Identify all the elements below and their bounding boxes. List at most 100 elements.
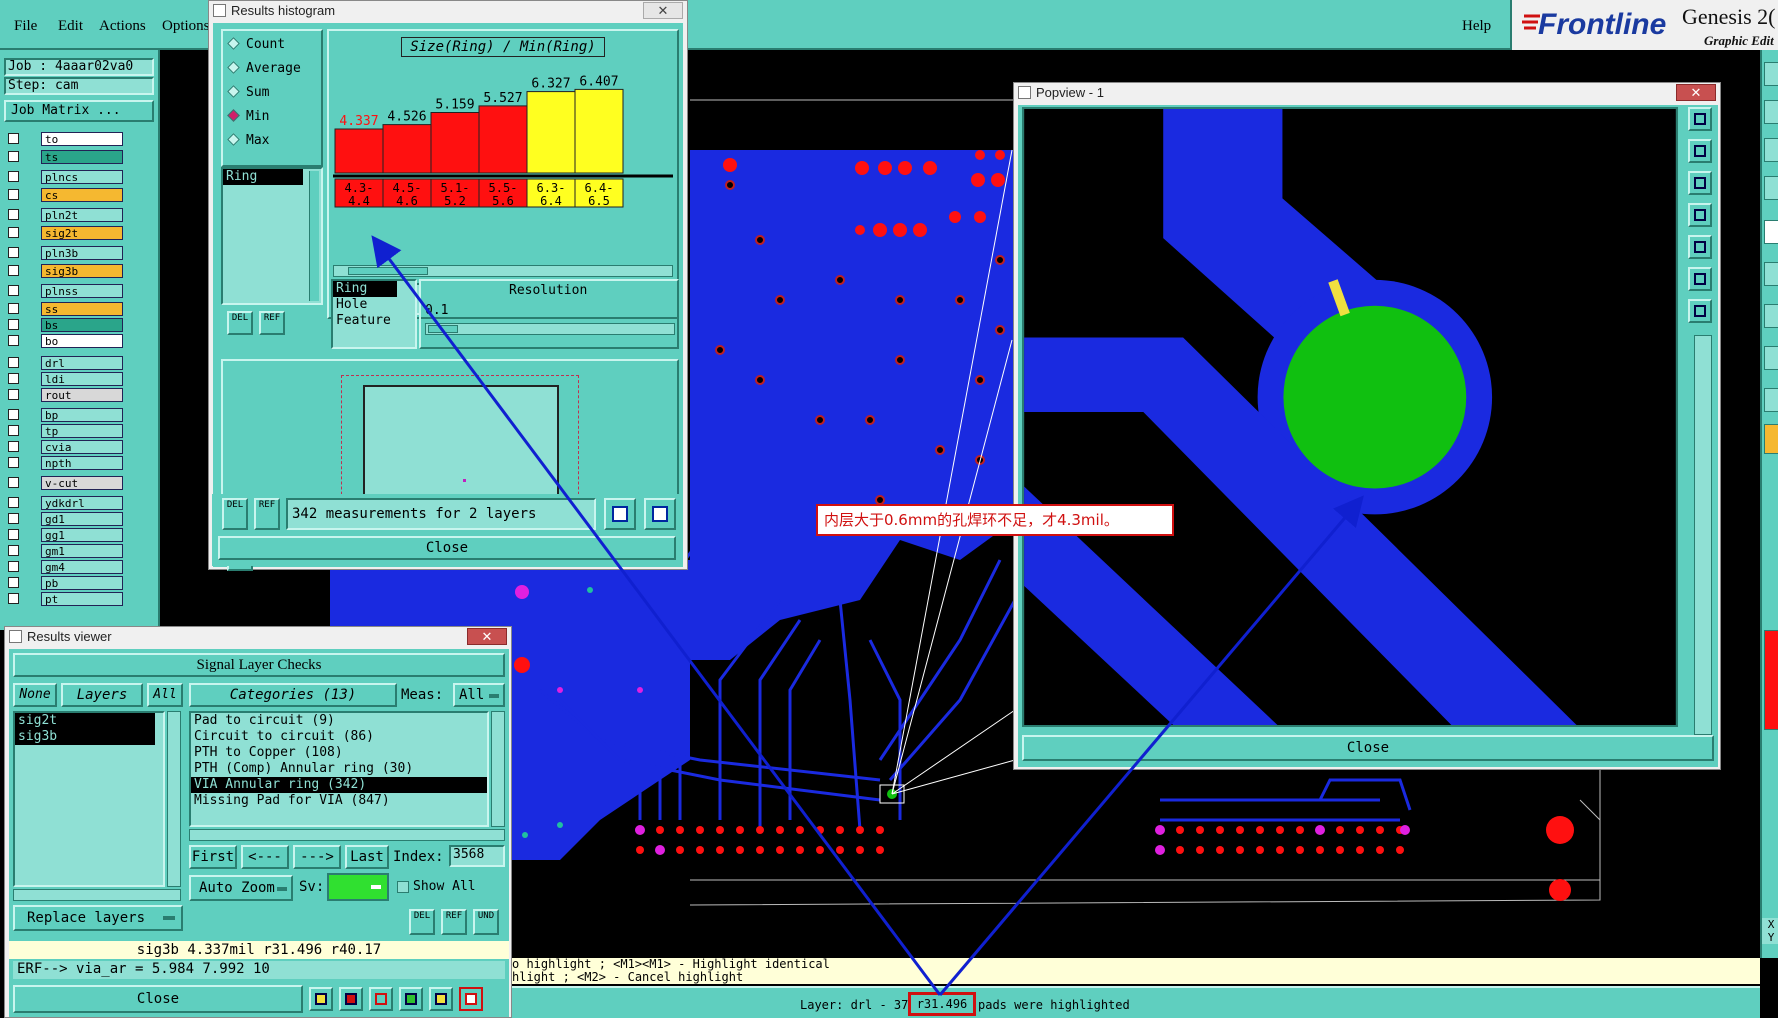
close-icon[interactable]: ✕ — [467, 628, 507, 645]
next-button[interactable]: ---> — [293, 845, 341, 869]
layer-name[interactable]: gd1 — [41, 512, 123, 526]
side-icon[interactable] — [1764, 176, 1778, 200]
del-button[interactable]: DEL — [222, 498, 248, 530]
layer-name[interactable]: v-cut — [41, 476, 123, 490]
side-icon[interactable] — [1764, 138, 1778, 162]
layer-checkbox[interactable] — [8, 285, 19, 296]
sv-color-selector[interactable] — [327, 873, 389, 901]
list-item[interactable]: Circuit to circuit (86) — [191, 729, 487, 745]
stat-option-average[interactable]: Average — [227, 61, 301, 79]
layer-name[interactable]: sig3b — [41, 264, 123, 278]
layer-row[interactable]: plncs — [8, 170, 123, 184]
layer-row[interactable]: pln2t — [8, 208, 123, 222]
layer-checkbox[interactable] — [8, 513, 19, 524]
layer-row[interactable]: tp — [8, 424, 123, 438]
slider-thumb[interactable] — [428, 325, 458, 333]
menu-options[interactable]: Options — [162, 18, 210, 35]
category-scrollbar[interactable] — [491, 711, 505, 827]
radio-icon[interactable] — [227, 61, 240, 74]
side-icon[interactable] — [1764, 346, 1778, 370]
side-icon[interactable] — [1764, 220, 1778, 244]
job-matrix-button[interactable]: Job Matrix ... — [4, 100, 154, 122]
layer-checkbox[interactable] — [8, 425, 19, 436]
fit-icon[interactable] — [1688, 171, 1712, 195]
layer-row[interactable]: cs — [8, 188, 123, 202]
prev-button[interactable]: <--- — [241, 845, 289, 869]
layer-row[interactable]: pln3b — [8, 246, 123, 260]
categories-button[interactable]: Categories (13) — [189, 683, 397, 707]
layer-checkbox[interactable] — [8, 151, 19, 162]
histogram-bar[interactable] — [574, 88, 624, 174]
layer-checkbox[interactable] — [8, 593, 19, 604]
layer-name[interactable]: bs — [41, 318, 123, 332]
layer-name[interactable]: cs — [41, 188, 123, 202]
stat-field-list[interactable]: Ring — [221, 167, 323, 305]
layer-name[interactable]: tp — [41, 424, 123, 438]
layer-row[interactable]: cvia — [8, 440, 123, 454]
layer-checkbox[interactable] — [8, 209, 19, 220]
layer-name[interactable]: rout — [41, 388, 123, 402]
layer-name[interactable]: ldi — [41, 372, 123, 386]
pan-icon[interactable] — [1688, 139, 1712, 163]
list-item[interactable]: PTH (Comp) Annular ring (30) — [191, 761, 487, 777]
popview-titlebar[interactable]: Popview - 1 ✕ — [1014, 83, 1720, 103]
none-button[interactable]: None — [13, 683, 57, 707]
layer-name[interactable]: gg1 — [41, 528, 123, 542]
layer-list[interactable]: to ts plncs cs pln2t sig2t pln3b sig3b plnss ss bs… — [0, 132, 160, 632]
close-icon[interactable]: ✕ — [1676, 84, 1716, 101]
menu-actions[interactable]: Actions — [99, 18, 146, 35]
close-icon[interactable]: ✕ — [643, 2, 683, 19]
del-button[interactable]: DEL — [227, 311, 253, 335]
layer-checkbox[interactable] — [8, 247, 19, 258]
stat-option-max[interactable]: Max — [227, 133, 269, 151]
resolution-slider[interactable] — [425, 323, 675, 335]
layer-row[interactable]: ts — [8, 150, 123, 164]
radio-icon[interactable] — [227, 133, 240, 146]
layer-checkbox[interactable] — [8, 373, 19, 384]
layer-checkbox[interactable] — [8, 265, 19, 276]
layer-row[interactable]: npth — [8, 456, 123, 470]
layer-name[interactable]: to — [41, 132, 123, 146]
layer-row[interactable]: gm1 — [8, 544, 123, 558]
layer-name[interactable]: pt — [41, 592, 123, 606]
center-icon[interactable] — [1688, 299, 1712, 323]
layer-name[interactable]: bp — [41, 408, 123, 422]
list-item[interactable]: sig2t — [15, 713, 155, 729]
layer-checkbox[interactable] — [8, 357, 19, 368]
layer-row[interactable]: bs — [8, 318, 123, 332]
layer-row[interactable]: drl — [8, 356, 123, 370]
stat-option-count[interactable]: Count — [227, 37, 285, 55]
layers-button[interactable]: Layers — [61, 683, 143, 707]
histogram-attr-list[interactable]: Ring Hole Feature — [331, 279, 417, 349]
list-item[interactable]: Ring — [333, 281, 397, 297]
histogram-close-button[interactable]: Close — [218, 536, 676, 560]
side-icon[interactable] — [1764, 62, 1778, 86]
last-button[interactable]: Last — [345, 845, 389, 869]
histogram-bar[interactable] — [478, 105, 528, 174]
chart-icon-button[interactable] — [604, 498, 636, 530]
layer-name[interactable]: ss — [41, 302, 123, 316]
category-list[interactable]: Pad to circuit (9) Circuit to circuit (86… — [189, 711, 489, 827]
list-scrollbar[interactable] — [309, 171, 319, 301]
layer-checkbox[interactable] — [8, 529, 19, 540]
zoom-out-icon[interactable] — [1688, 235, 1712, 259]
index-input[interactable]: 3568 — [449, 845, 505, 867]
layer-row[interactable]: ydkdrl — [8, 496, 123, 510]
stat-option-sum[interactable]: Sum — [227, 85, 269, 103]
scroll-thumb[interactable] — [348, 267, 428, 275]
layer-name[interactable]: npth — [41, 456, 123, 470]
layer-row[interactable]: gg1 — [8, 528, 123, 542]
list-item[interactable]: Feature — [333, 313, 415, 329]
list-item[interactable]: Missing Pad for VIA (847) — [191, 793, 487, 809]
layer-name[interactable]: pln2t — [41, 208, 123, 222]
menu-edit[interactable]: Edit — [58, 18, 83, 35]
layer-name[interactable]: drl — [41, 356, 123, 370]
ref-button[interactable]: REF — [259, 311, 285, 335]
layer-name[interactable]: cvia — [41, 440, 123, 454]
list-icon[interactable] — [429, 987, 453, 1011]
layer-checkbox[interactable] — [8, 319, 19, 330]
histogram-titlebar[interactable]: Results histogram ✕ — [209, 1, 687, 21]
undo-button[interactable]: UND — [473, 909, 499, 935]
zoom-icon[interactable] — [1688, 107, 1712, 131]
side-icon[interactable] — [1764, 424, 1778, 454]
